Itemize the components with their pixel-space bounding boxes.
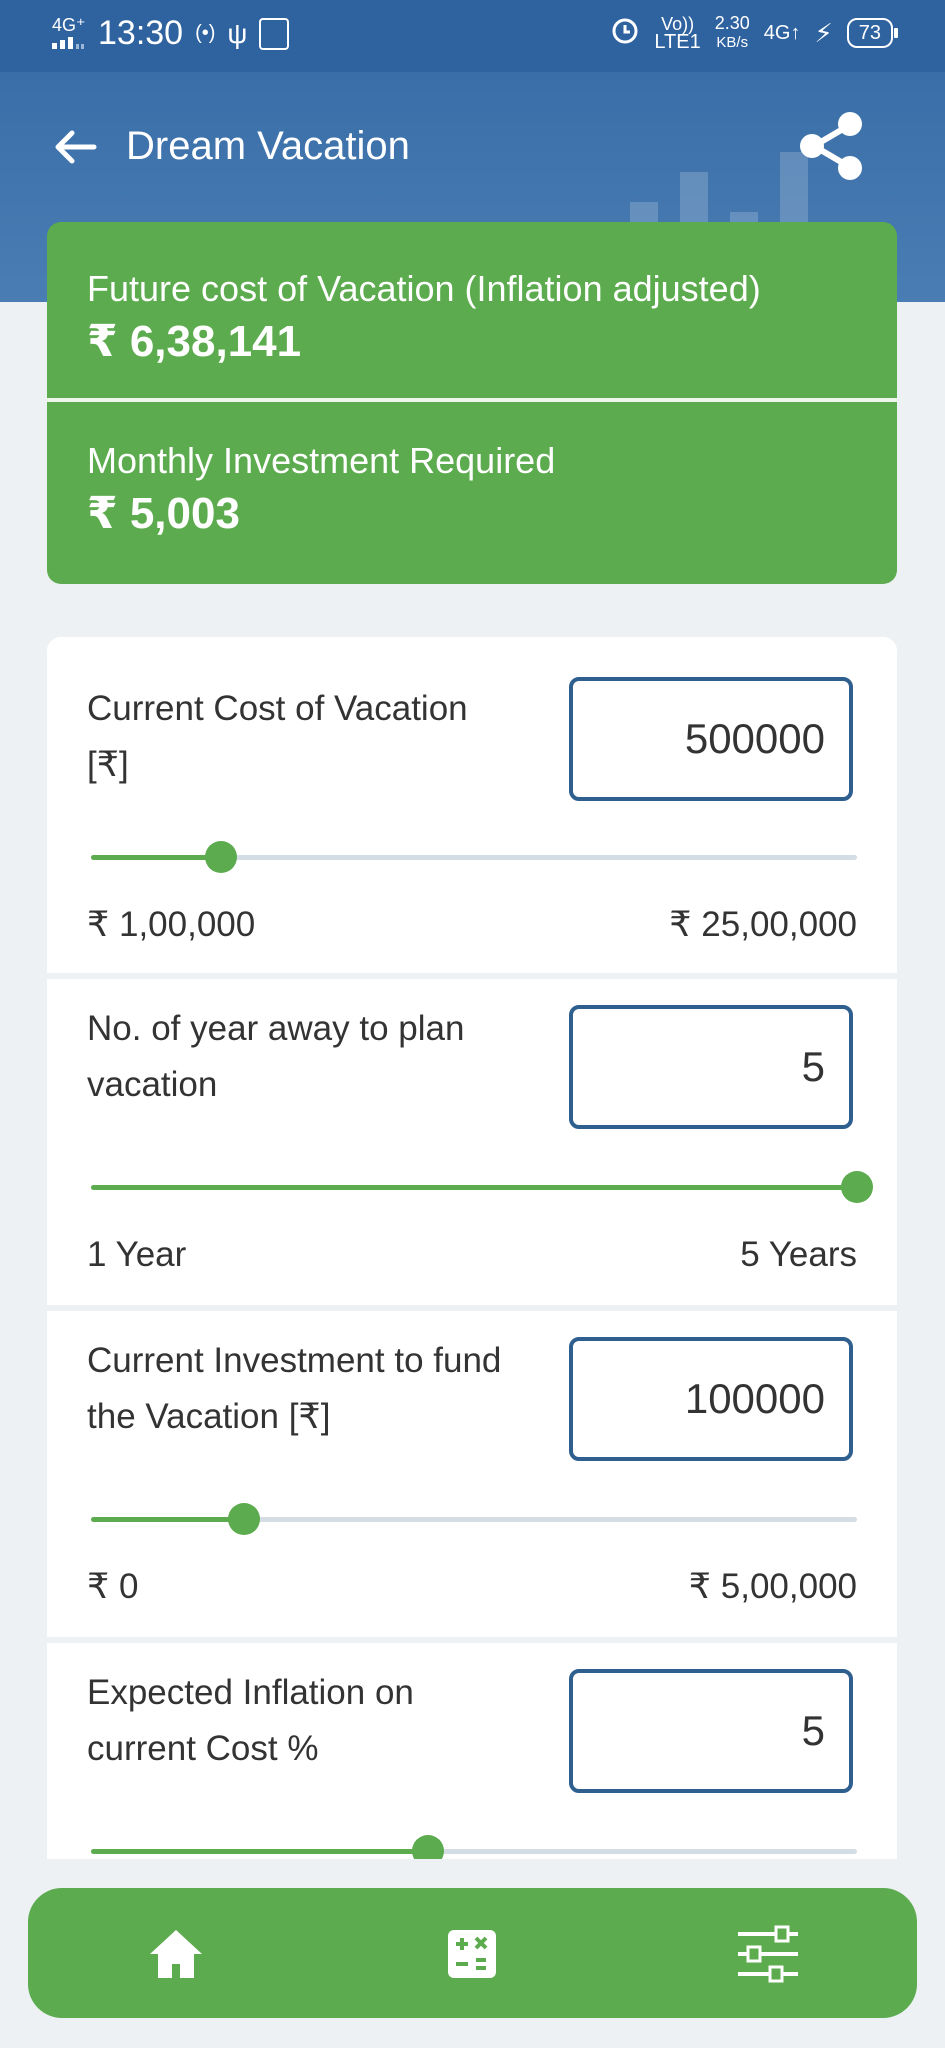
field-years: No. of year away to plan vacation 5 1 Ye… xyxy=(47,979,897,1305)
back-button[interactable] xyxy=(50,122,100,172)
monthly-investment-label: Monthly Investment Required xyxy=(87,440,556,481)
years-input[interactable]: 5 xyxy=(569,1005,853,1129)
network-speed: 2.30 KB/s xyxy=(715,14,750,52)
sliders-icon xyxy=(738,1925,798,1983)
share-icon xyxy=(800,112,862,180)
page-title: Dream Vacation xyxy=(126,124,410,168)
speed-value: 2.30 xyxy=(714,13,750,33)
arrow-left-icon xyxy=(55,130,97,164)
inflation-input[interactable]: 5 xyxy=(569,1669,853,1793)
lte-label: LTE1 xyxy=(654,31,701,53)
field-label: Current Investment to fund the Vacation … xyxy=(87,1341,502,1436)
slider-thumb[interactable] xyxy=(412,1835,445,1859)
nav-calculator-button[interactable] xyxy=(436,1918,508,1990)
status-bar: 4G⁺ 13:30 (•) ψ Vo)) LTE1 2.30 KB/s 4G↑ … xyxy=(0,0,945,72)
future-cost-section: Future cost of Vacation (Inflation adjus… xyxy=(47,268,897,367)
nav-settings-button[interactable] xyxy=(732,1918,804,1990)
field-current-investment: Current Investment to fund the Vacation … xyxy=(47,1311,897,1637)
range-min-label: 1 Year xyxy=(87,1235,187,1274)
future-cost-label: Future cost of Vacation (Inflation adjus… xyxy=(87,268,761,309)
network-type: 4G⁺ xyxy=(52,14,86,35)
nav-home-button[interactable] xyxy=(140,1918,212,1990)
bottom-nav xyxy=(28,1888,917,2018)
field-inflation: Expected Inflation on current Cost % 5 xyxy=(47,1643,897,1859)
usb-debug-icon xyxy=(259,17,290,50)
current-cost-slider[interactable] xyxy=(91,841,857,873)
slider-fill xyxy=(91,855,222,860)
range-max-label: 5 Years xyxy=(740,1235,857,1274)
inflation-slider[interactable] xyxy=(91,1835,857,1859)
range-max-label: ₹ 5,00,000 xyxy=(688,1567,857,1606)
slider-fill xyxy=(91,1849,429,1854)
future-cost-value: ₹ 6,38,141 xyxy=(87,317,302,366)
current-investment-slider[interactable] xyxy=(91,1503,857,1535)
slider-fill xyxy=(91,1517,245,1522)
range-min-label: ₹ 1,00,000 xyxy=(87,905,256,944)
current-cost-input[interactable]: 500000 xyxy=(569,677,853,801)
field-label: Expected Inflation on current Cost % xyxy=(87,1673,414,1768)
field-current-cost: Current Cost of Vacation [₹] 500000 ₹ 1,… xyxy=(47,637,897,973)
input-form: Current Cost of Vacation [₹] 500000 ₹ 1,… xyxy=(47,637,897,1859)
speed-unit: KB/s xyxy=(716,34,749,51)
range-min-label: ₹ 0 xyxy=(87,1567,139,1606)
monthly-investment-value: ₹ 5,003 xyxy=(87,489,240,538)
years-slider[interactable] xyxy=(91,1171,873,1203)
home-icon xyxy=(150,1930,202,1978)
hotspot-icon: (•) xyxy=(195,22,216,44)
share-button[interactable] xyxy=(798,110,868,182)
charging-icon: ⚡ xyxy=(814,17,833,48)
field-label: Current Cost of Vacation [₹] xyxy=(87,689,468,784)
field-label: No. of year away to plan vacation xyxy=(87,1009,465,1104)
battery-level: 73 xyxy=(858,22,881,44)
alarm-icon xyxy=(610,15,640,51)
monthly-investment-section: Monthly Investment Required ₹ 5,003 xyxy=(47,440,897,539)
volte-indicator: Vo)) LTE1 xyxy=(654,15,701,53)
slider-thumb[interactable] xyxy=(205,841,238,873)
status-time: 13:30 xyxy=(98,14,184,52)
slider-thumb[interactable] xyxy=(228,1503,261,1535)
network-type-2: 4G↑ xyxy=(763,21,801,44)
calculator-icon xyxy=(448,1930,496,1978)
slider-fill xyxy=(91,1185,857,1190)
battery-icon: 73 xyxy=(846,18,899,48)
range-max-label: ₹ 25,00,000 xyxy=(669,905,857,944)
usb-icon: ψ xyxy=(227,17,248,49)
result-card: Future cost of Vacation (Inflation adjus… xyxy=(47,222,897,584)
current-investment-input[interactable]: 100000 xyxy=(569,1337,853,1461)
slider-thumb[interactable] xyxy=(841,1171,873,1203)
signal-icon: 4G⁺ xyxy=(52,16,86,52)
result-divider xyxy=(47,398,897,402)
